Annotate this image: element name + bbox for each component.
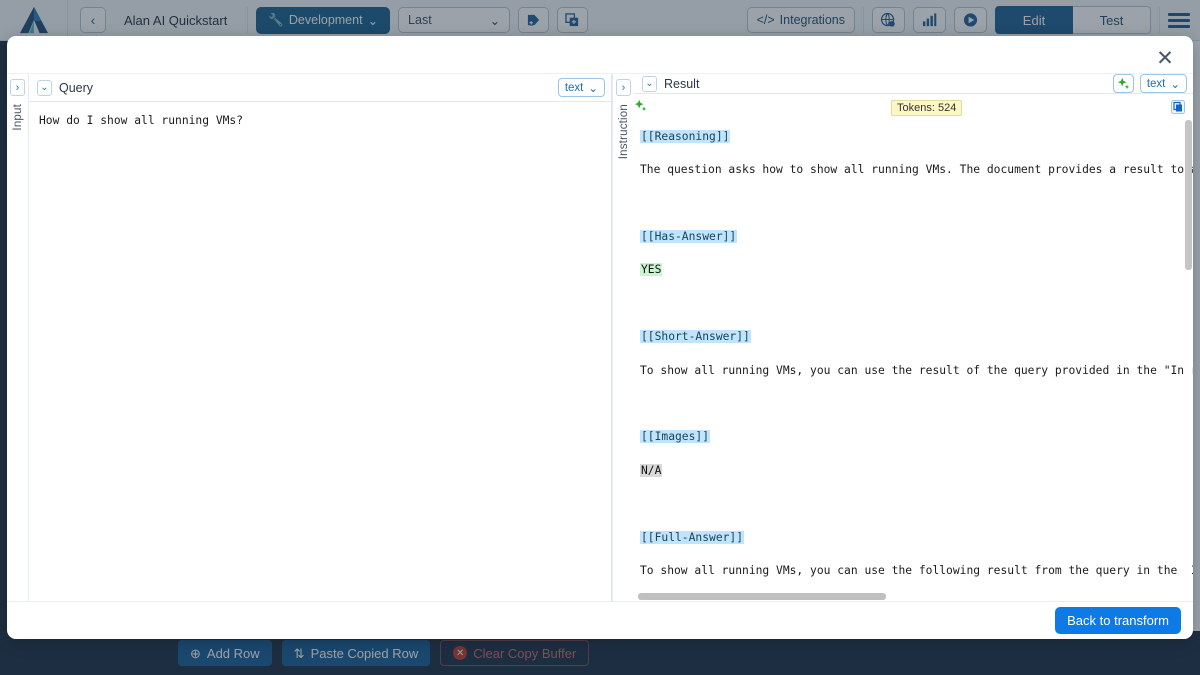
close-icon[interactable]: ✕	[1151, 44, 1179, 72]
full-answer-text: To show all running VMs, you can use the…	[640, 563, 1193, 580]
spacer	[640, 496, 1193, 513]
query-header-controls: text ⌄	[558, 78, 605, 97]
expand-instruction-button[interactable]: ›	[616, 79, 631, 96]
result-text[interactable]: [[Reasoning]] The question asks how to s…	[640, 98, 1193, 601]
back-to-transform-button[interactable]: Back to transform	[1055, 607, 1181, 634]
copy-icon[interactable]	[1171, 100, 1185, 114]
instruction-rail: › Instruction	[612, 74, 634, 601]
collapse-query-button[interactable]: ⌄	[37, 80, 52, 96]
full-answer-tag: [[Full-Answer]]	[640, 531, 744, 544]
query-panel-body[interactable]: How do I show all running VMs?	[29, 102, 611, 601]
sparkle-icon	[634, 99, 647, 112]
has-answer-tag: [[Has-Answer]]	[640, 230, 737, 243]
result-panel-body[interactable]: Tokens: 524 [[Reasoning]] The question a…	[634, 94, 1193, 601]
chevron-down-icon: ⌄	[1170, 77, 1180, 91]
spacer	[640, 396, 1193, 413]
chevron-down-icon: ⌄	[588, 81, 598, 95]
tokens-badge: Tokens: 524	[891, 100, 962, 116]
expand-input-button[interactable]: ›	[10, 79, 25, 96]
result-panel: ⌄ Result text ⌄	[634, 74, 1193, 601]
sparkle-icon	[1117, 77, 1130, 90]
modal-panels: › Input ⌄ Query text ⌄ How do I show all…	[7, 74, 1193, 601]
collapse-result-button[interactable]: ⌄	[642, 76, 657, 92]
horizontal-scrollbar-thumb[interactable]	[638, 593, 886, 600]
query-panel: ⌄ Query text ⌄ How do I show all running…	[29, 74, 612, 601]
query-panel-title: Query	[59, 81, 93, 95]
images-tag: [[Images]]	[640, 430, 710, 443]
short-answer-text: To show all running VMs, you can use the…	[640, 363, 1193, 380]
generate-button[interactable]	[1113, 74, 1134, 93]
short-answer-tag: [[Short-Answer]]	[640, 330, 751, 343]
result-type-select[interactable]: text ⌄	[1140, 74, 1187, 93]
result-header-controls: text ⌄	[1113, 74, 1187, 93]
query-type-value: text	[565, 82, 584, 94]
images-value: N/A	[640, 464, 662, 477]
reasoning-tag: [[Reasoning]]	[640, 130, 730, 143]
modal-footer: Back to transform	[7, 601, 1193, 639]
has-answer-value: YES	[640, 263, 662, 276]
query-text[interactable]: How do I show all running VMs?	[29, 102, 611, 130]
instruction-rail-label: Instruction	[618, 104, 630, 159]
result-modal: ✕ › Input ⌄ Query text ⌄ How do I show a…	[7, 36, 1193, 639]
input-rail-label: Input	[12, 104, 24, 131]
result-scroll-container[interactable]: Tokens: 524 [[Reasoning]] The question a…	[634, 98, 1193, 601]
reasoning-text: The question asks how to show all runnin…	[640, 162, 1193, 179]
result-sparkle-badge	[634, 99, 647, 117]
result-panel-header: ⌄ Result text ⌄	[634, 74, 1193, 94]
spacer	[640, 196, 1193, 213]
result-panel-title: Result	[664, 77, 699, 91]
query-type-select[interactable]: text ⌄	[558, 78, 605, 97]
query-panel-header: ⌄ Query text ⌄	[29, 74, 611, 102]
vertical-scrollbar-thumb[interactable]	[1185, 120, 1192, 270]
spacer	[640, 296, 1193, 313]
result-type-value: text	[1147, 78, 1166, 90]
input-rail: › Input	[7, 74, 29, 601]
modal-header: ✕	[7, 36, 1193, 74]
horizontal-scrollbar[interactable]	[634, 592, 1193, 601]
